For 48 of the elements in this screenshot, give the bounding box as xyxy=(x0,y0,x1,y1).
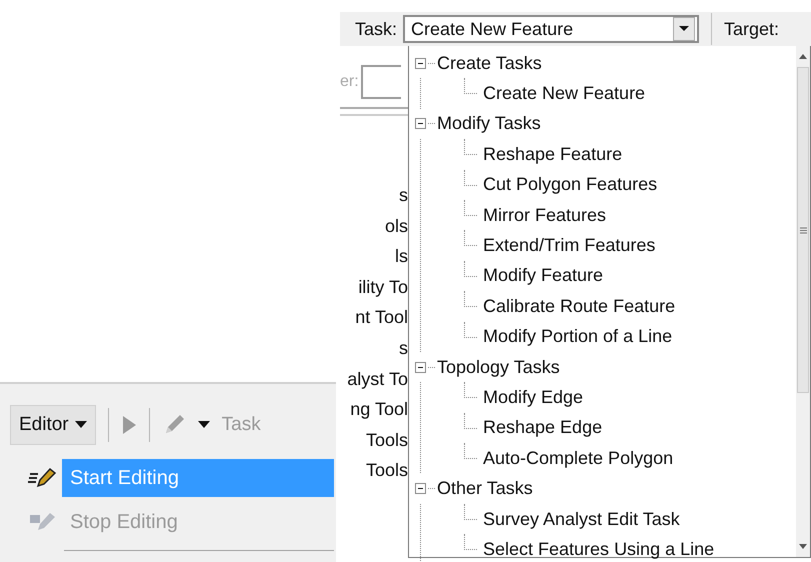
tree-group[interactable]: Topology Tasks xyxy=(437,356,560,378)
collapse-toggle[interactable] xyxy=(415,483,426,494)
field-label: er: xyxy=(340,73,359,91)
tree-item[interactable]: Extend/Trim Features xyxy=(483,235,656,256)
splitter-bar xyxy=(340,107,408,116)
tree-group[interactable]: Modify Tasks xyxy=(437,113,541,134)
tree-item[interactable]: Modify Portion of a Line xyxy=(483,326,672,348)
list-item: ility To xyxy=(358,276,408,299)
caret-icon xyxy=(198,421,210,429)
list-item: nt Tool xyxy=(355,306,408,330)
pencil-icon xyxy=(28,466,58,490)
pointer-icon xyxy=(120,415,137,435)
scroll-up-icon xyxy=(799,54,807,59)
list-item: s xyxy=(399,184,408,207)
tree-item[interactable]: Auto-Complete Polygon xyxy=(483,448,674,469)
list-item: Tools xyxy=(366,428,408,452)
caret-icon xyxy=(74,421,87,429)
tree-item[interactable]: Reshape Edge xyxy=(483,417,602,438)
target-label: Target: xyxy=(724,18,780,40)
collapse-toggle[interactable] xyxy=(415,362,426,373)
tree-item[interactable]: Survey Analyst Edit Task xyxy=(483,508,680,530)
tree-item[interactable]: Modify Feature xyxy=(483,265,604,286)
tree-item[interactable]: Calibrate Route Feature xyxy=(483,296,676,317)
tree-item[interactable]: Select Features Using a Line xyxy=(483,538,714,560)
collapse-toggle[interactable] xyxy=(415,118,426,130)
list-item: ols xyxy=(384,214,408,238)
tree-group[interactable]: Other Tasks xyxy=(437,478,533,500)
tree-item[interactable]: Cut Polygon Features xyxy=(483,174,658,196)
dropdown-arrow-button[interactable] xyxy=(673,17,696,41)
editor-menu-button[interactable]: Editor xyxy=(10,405,96,445)
tree-group[interactable]: Create Tasks xyxy=(437,52,542,74)
tree-item[interactable]: Modify Edge xyxy=(483,386,584,408)
toolbar-label: Task xyxy=(222,414,261,436)
task-label: Task: xyxy=(355,18,398,40)
input-field[interactable] xyxy=(360,65,401,99)
list-item: alyst To xyxy=(347,368,408,391)
list-item: ng Tool xyxy=(350,398,408,422)
list-item: ls xyxy=(395,245,408,268)
caret-icon xyxy=(679,26,690,32)
grip-icon xyxy=(800,226,806,234)
task-dropdown[interactable]: Create New Feature xyxy=(403,15,700,43)
list-item: s xyxy=(399,336,408,360)
tree-item[interactable]: Reshape Feature xyxy=(483,144,622,165)
tree-item[interactable]: Create New Feature xyxy=(483,83,646,104)
scroll-down-icon xyxy=(799,544,807,549)
collapse-toggle[interactable] xyxy=(415,58,426,69)
list-item: Tools xyxy=(366,459,408,482)
tree-item[interactable]: Mirror Features xyxy=(483,204,606,226)
